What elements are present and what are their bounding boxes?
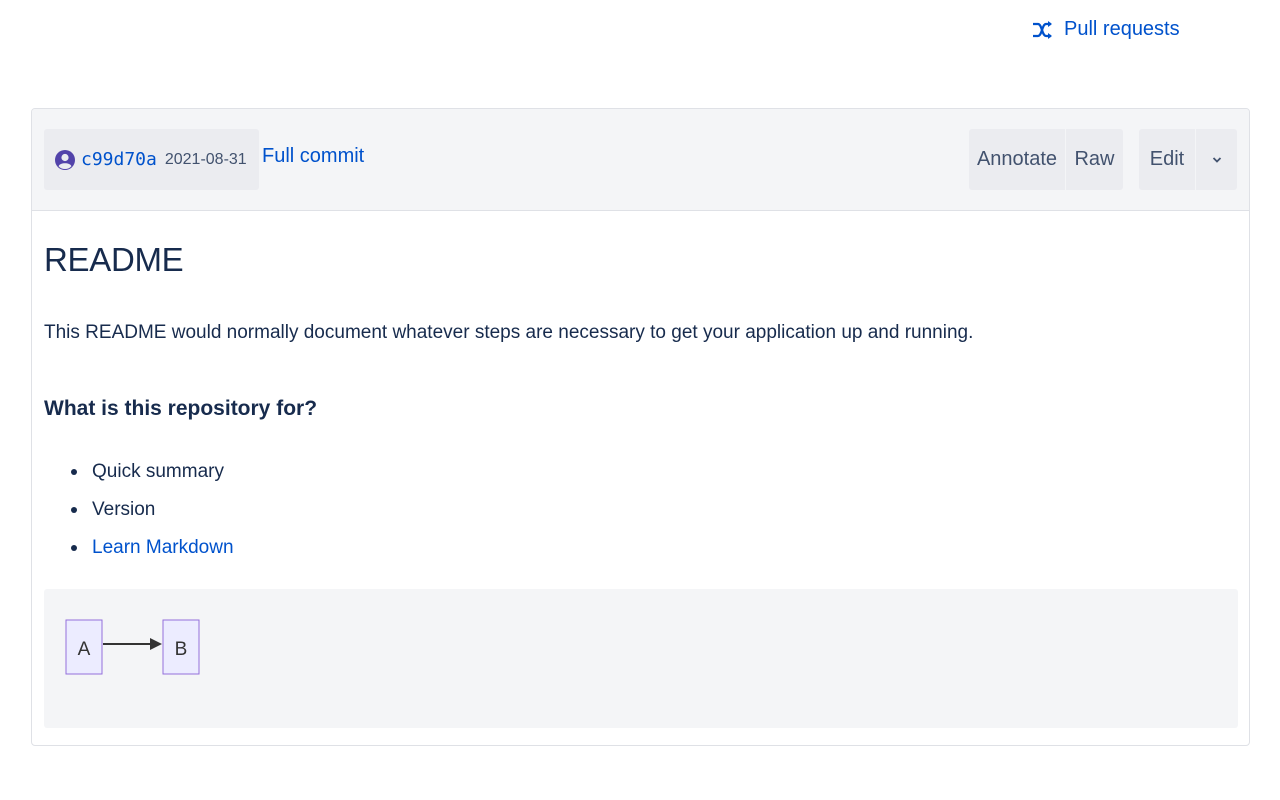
list-item: Version: [44, 491, 234, 529]
list-item-label: Version: [92, 499, 156, 520]
readme-intro: This README would normally document what…: [44, 322, 974, 343]
learn-markdown-link[interactable]: Learn Markdown: [92, 537, 234, 558]
list-item-label: Quick summary: [92, 461, 224, 482]
pull-requests-link[interactable]: Pull requests: [1032, 18, 1180, 41]
bullet: [71, 469, 77, 475]
edit-button[interactable]: Edit: [1139, 129, 1195, 190]
commit-date: 2021-08-31: [164, 150, 247, 168]
readme-content: README This README would normally docume…: [32, 211, 1249, 745]
user-avatar-icon: [55, 149, 75, 170]
pull-requests-label: Pull requests: [1064, 18, 1180, 40]
section-heading: What is this repository for?: [44, 397, 318, 420]
list-item: Learn Markdown: [44, 529, 234, 567]
file-actions: Annotate Raw Edit: [969, 129, 1237, 190]
annotate-button[interactable]: Annotate: [969, 129, 1065, 190]
bullet: [71, 545, 77, 551]
readme-title: README: [44, 241, 184, 278]
chevron-down-icon: [1212, 156, 1222, 164]
more-actions-button[interactable]: [1195, 129, 1237, 190]
pull-request-icon: [1032, 20, 1054, 39]
bullet: [71, 507, 77, 513]
diagram-node-a: A: [65, 619, 103, 675]
diagram-edge: [103, 638, 162, 650]
diagram-node-b: B: [162, 619, 200, 675]
raw-button[interactable]: Raw: [1065, 129, 1123, 190]
full-commit-link[interactable]: Full commit: [262, 145, 364, 168]
mermaid-diagram: A B: [44, 589, 1238, 728]
commit-hash[interactable]: c99d70a: [81, 149, 157, 170]
source-file-panel: c99d70a 2021-08-31 Full commit Annotate …: [31, 108, 1250, 746]
list-item: Quick summary: [44, 453, 234, 491]
diagram-node-b-label: B: [175, 639, 188, 660]
file-header: c99d70a 2021-08-31 Full commit Annotate …: [32, 109, 1249, 211]
diagram-node-a-label: A: [78, 639, 91, 660]
commit-selector[interactable]: c99d70a 2021-08-31: [44, 129, 259, 190]
readme-list: Quick summary Version Learn Markdown: [44, 453, 234, 567]
